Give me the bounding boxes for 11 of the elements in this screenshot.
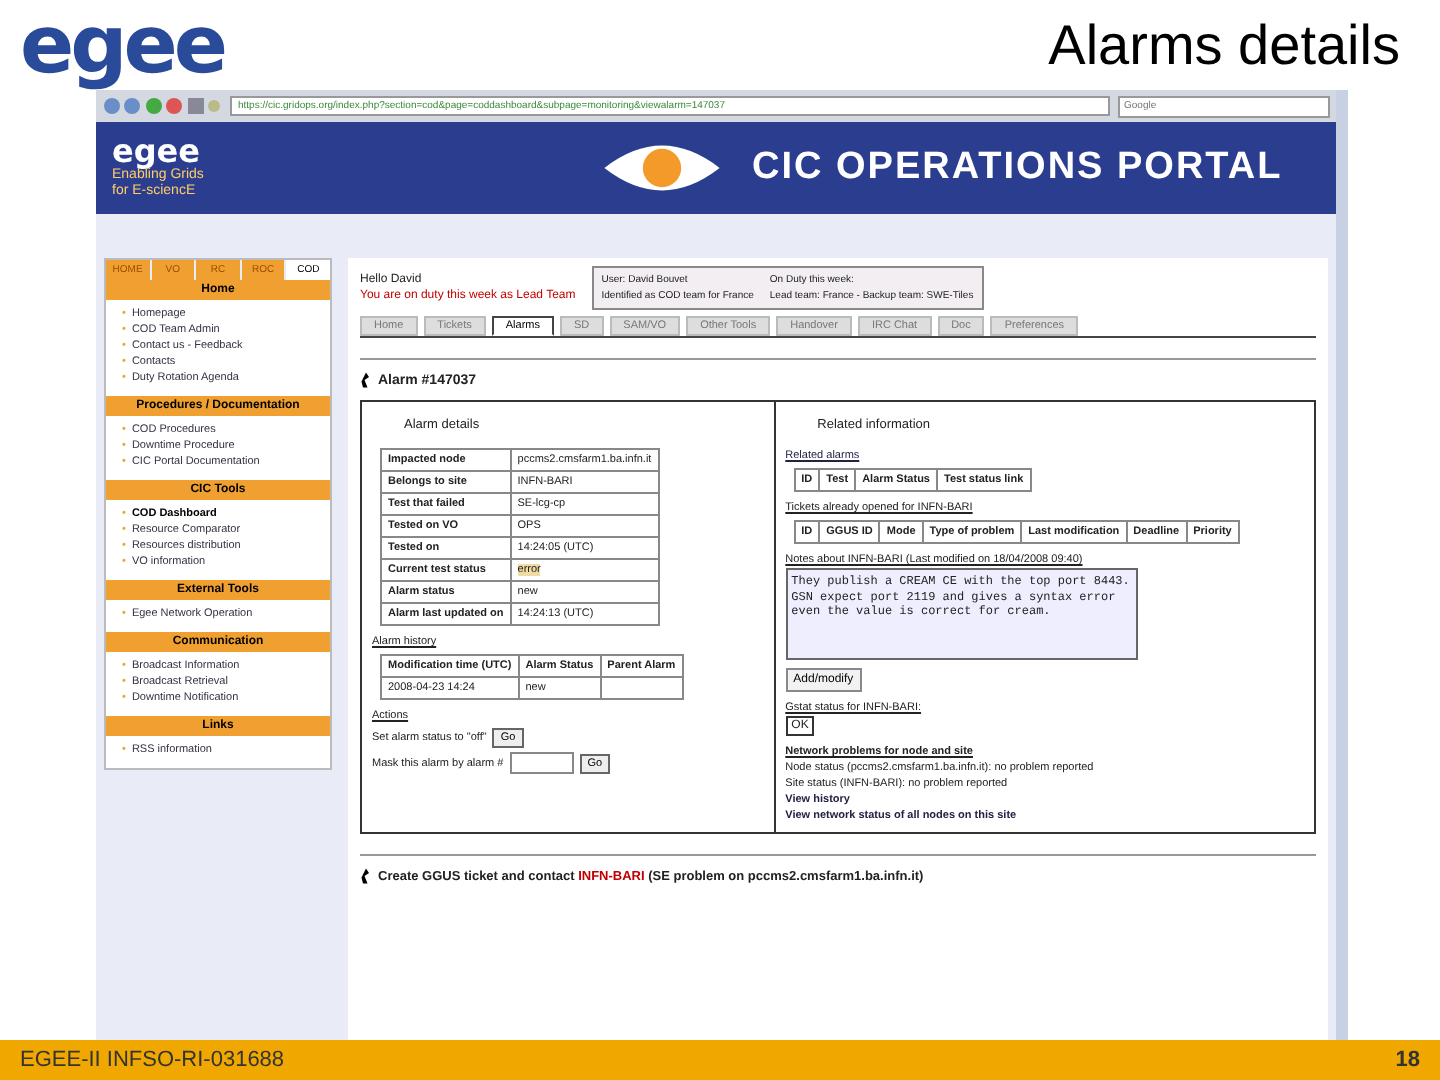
navigation-icons[interactable] — [102, 96, 222, 116]
alarm-number-field[interactable] — [509, 752, 574, 774]
table-cell — [600, 677, 683, 699]
figure-icon — [360, 868, 372, 884]
portal-title: CIC OPERATIONS PORTAL — [752, 146, 1283, 190]
figure-icon — [360, 372, 372, 388]
page-number: 18 — [1395, 1048, 1420, 1072]
footer-text: EGEE-II INFSO-RI-031688 — [20, 1048, 285, 1072]
slide-title: Alarms details — [1048, 13, 1400, 77]
logo: egee — [20, 0, 225, 91]
portal-logo: egee — [112, 136, 201, 168]
